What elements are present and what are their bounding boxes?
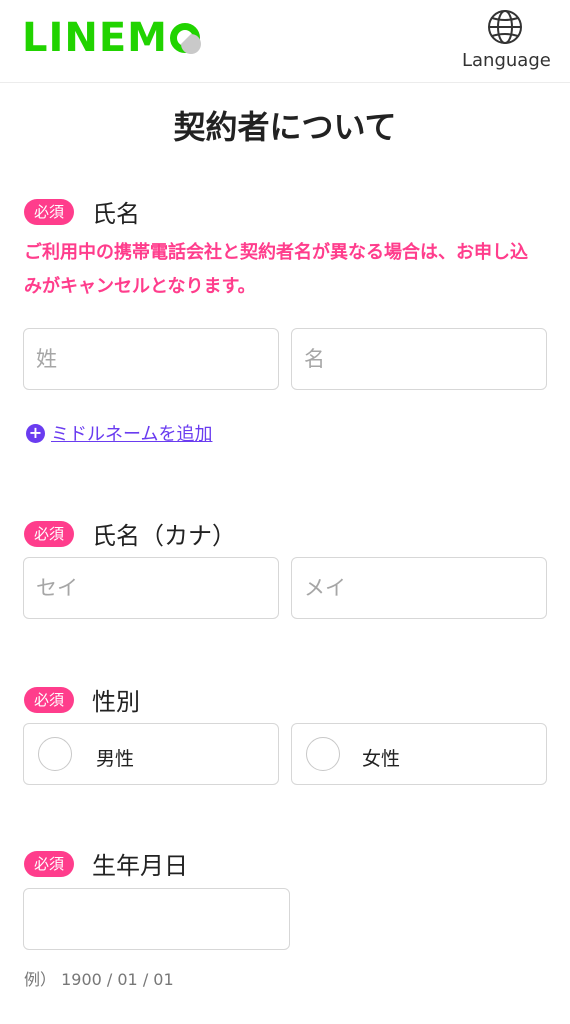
gender-male-option[interactable]: 男性	[23, 723, 279, 785]
birthdate-field-box	[23, 888, 290, 950]
last-kana-field-box	[23, 557, 279, 619]
plus-circle-icon: +	[26, 423, 45, 443]
gender-female-label: 女性	[362, 748, 401, 770]
logo-o-mark	[169, 23, 200, 53]
required-badge: 必須	[24, 198, 75, 225]
birthdate-input[interactable]	[24, 889, 289, 949]
gender-label: 性別	[92, 688, 141, 716]
first-name-field-box	[291, 328, 547, 390]
birthdate-label: 生年月日	[92, 852, 189, 880]
add-middle-name-link[interactable]: + ミドルネームを追加	[26, 420, 212, 446]
add-middle-name-label: ミドルネームを追加	[51, 424, 213, 445]
name-warning-text: ご利用中の携帯電話会社と契約者名が異なる場合は、お申し込みがキャンセルとなります…	[24, 242, 528, 297]
birthdate-example: 例） 1900 / 01 / 01	[24, 970, 174, 989]
first-kana-field-box	[291, 557, 547, 619]
kana-label: 氏名（カナ）	[92, 522, 237, 550]
birthdate-section-header: 必須 生年月日	[24, 846, 188, 881]
header: LINEM Language	[0, 0, 570, 83]
kana-section-header: 必須 氏名（カナ）	[24, 516, 236, 551]
language-button[interactable]: Language	[462, 8, 551, 71]
required-badge: 必須	[24, 686, 75, 713]
language-label: Language	[462, 50, 551, 71]
linemo-logo[interactable]: LINEM	[22, 14, 200, 62]
last-name-input[interactable]	[24, 329, 278, 389]
page-title: 契約者について	[173, 108, 397, 146]
gender-section-header: 必須 性別	[24, 682, 140, 717]
name-label: 氏名	[92, 200, 141, 228]
radio-circle[interactable]	[38, 737, 72, 771]
required-badge: 必須	[24, 850, 75, 877]
required-badge: 必須	[24, 520, 75, 547]
gender-male-label: 男性	[96, 748, 135, 770]
first-kana-input[interactable]	[292, 558, 546, 618]
radio-circle[interactable]	[306, 737, 340, 771]
logo-text: LINEM	[22, 15, 168, 61]
last-name-field-box	[23, 328, 279, 390]
name-section-header: 必須 氏名	[24, 194, 140, 229]
first-name-input[interactable]	[292, 329, 546, 389]
gender-female-option[interactable]: 女性	[291, 723, 547, 785]
last-kana-input[interactable]	[24, 558, 278, 618]
globe-icon	[488, 10, 522, 44]
